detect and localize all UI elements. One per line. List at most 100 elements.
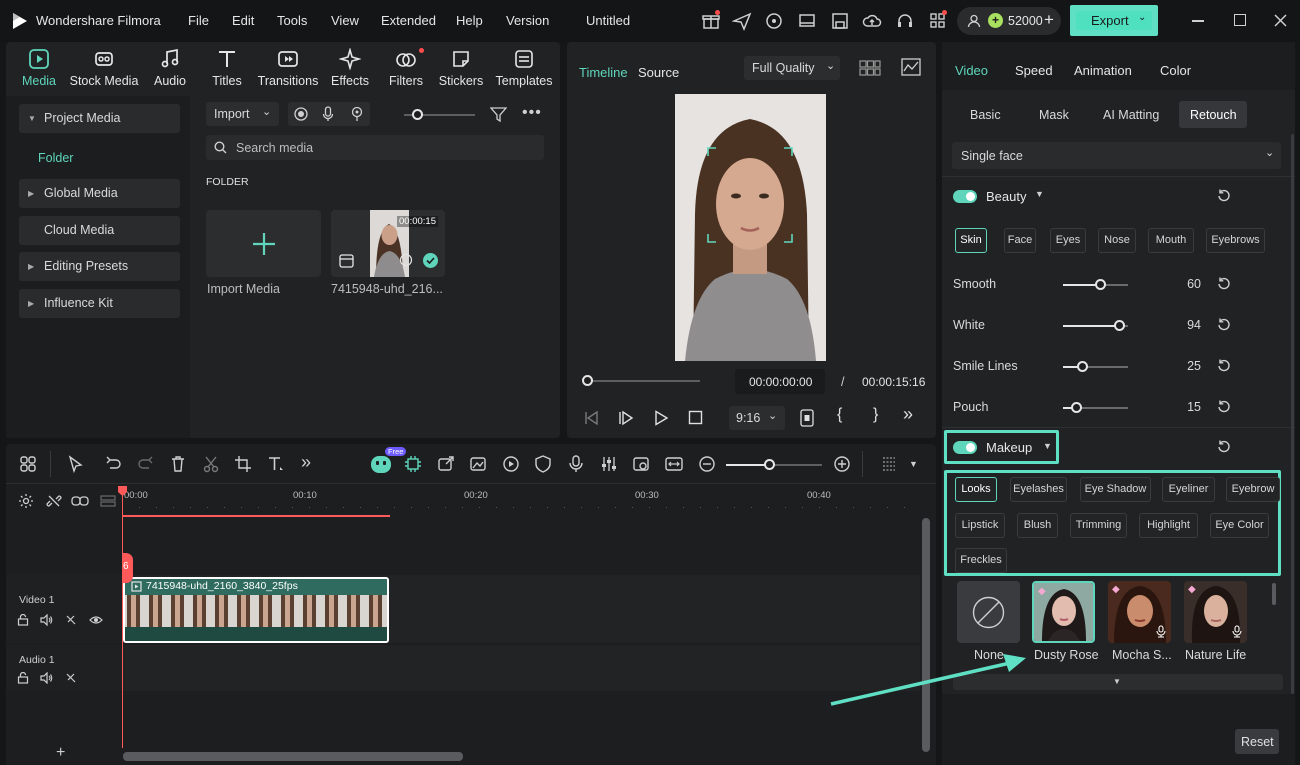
zoom-in-icon[interactable] [833, 455, 851, 473]
reset-button[interactable]: Reset [1235, 729, 1279, 754]
eye-visibility-icon[interactable] [89, 615, 103, 625]
makeup-chip-lipstick[interactable]: Lipstick [955, 513, 1005, 538]
makeup-chip-looks[interactable]: Looks [955, 477, 997, 502]
quality-dropdown[interactable]: Full Quality ⌄ [744, 56, 840, 80]
fit-width-icon[interactable] [665, 455, 683, 473]
smooth-reset-icon[interactable] [1217, 277, 1231, 291]
previous-frame-icon[interactable] [583, 410, 599, 426]
record-icon[interactable] [294, 107, 308, 121]
speed-icon[interactable] [502, 455, 520, 473]
mute-fx-icon[interactable] [65, 614, 77, 626]
screen-icon[interactable] [797, 11, 817, 31]
media-clip-thumbnail[interactable]: 00:00:15 [331, 210, 445, 277]
beauty-chip-eyes[interactable]: Eyes [1050, 228, 1086, 253]
subtab-basic[interactable]: Basic [970, 108, 1001, 122]
menu-help[interactable]: Help [456, 13, 483, 28]
zoom-out-icon[interactable] [698, 455, 716, 473]
video-preview-frame[interactable] [675, 94, 826, 361]
properties-scrollbar[interactable] [1291, 134, 1294, 694]
menu-edit[interactable]: Edit [232, 13, 254, 28]
layout-grid-icon[interactable] [19, 455, 37, 473]
undo-icon[interactable] [104, 455, 122, 473]
look-dusty-rose-tile[interactable]: ◆ [1032, 581, 1095, 643]
audio-volume-icon[interactable] [40, 672, 53, 684]
link-icon[interactable] [71, 493, 89, 509]
more-tools-icon[interactable]: » [301, 452, 311, 473]
lock-icon[interactable] [17, 614, 29, 626]
select-pointer-icon[interactable] [67, 455, 85, 473]
sidebar-item-editing-presets[interactable]: ▶ Editing Presets [19, 252, 180, 281]
look-mocha-tile[interactable]: ◆ [1108, 581, 1171, 643]
tab-stock-media[interactable]: Stock Media [69, 48, 139, 94]
makeup-chip-eyebrow[interactable]: Eyebrow [1226, 477, 1280, 502]
close-icon[interactable] [1274, 14, 1287, 27]
subtab-ai-matting[interactable]: AI Matting [1103, 108, 1159, 122]
beauty-chip-nose[interactable]: Nose [1098, 228, 1136, 253]
record-voice-icon[interactable] [567, 455, 585, 473]
add-credits-icon[interactable]: + [1044, 10, 1054, 30]
delete-icon[interactable] [169, 455, 187, 473]
tab-video[interactable]: Video [955, 63, 988, 78]
track-list-icon[interactable] [880, 455, 898, 473]
makeup-toggle[interactable] [953, 441, 977, 454]
makeup-chip-eye-color[interactable]: Eye Color [1210, 513, 1269, 538]
minimize-icon[interactable] [1192, 20, 1204, 22]
menu-version[interactable]: Version [506, 13, 549, 28]
makeup-chip-eye-shadow[interactable]: Eye Shadow [1080, 477, 1151, 502]
timeline-vertical-scrollbar[interactable] [922, 518, 930, 752]
search-media-field[interactable]: Search media [206, 135, 544, 160]
image-edit-icon[interactable] [469, 455, 487, 473]
playhead-line[interactable] [122, 486, 123, 748]
stop-icon[interactable] [688, 410, 703, 425]
tab-filters[interactable]: Filters [388, 48, 424, 94]
tab-audio[interactable]: Audio [149, 48, 191, 94]
timeline-horizontal-scrollbar[interactable] [123, 752, 463, 761]
grid-view-icon[interactable] [859, 59, 881, 77]
beauty-chip-face[interactable]: Face [1004, 228, 1036, 253]
export-clip-icon[interactable] [437, 455, 455, 473]
mark-in-icon[interactable]: { [837, 406, 842, 424]
menu-view[interactable]: View [331, 13, 359, 28]
import-media-tile[interactable] [206, 210, 321, 277]
mark-out-icon[interactable]: } [873, 406, 878, 424]
sidebar-item-influence-kit[interactable]: ▶ Influence Kit [19, 289, 180, 318]
tab-media[interactable]: Media [19, 48, 59, 94]
microphone-icon[interactable] [322, 106, 334, 122]
makeup-chip-eyeliner[interactable]: Eyeliner [1162, 477, 1215, 502]
beauty-dropdown-icon[interactable]: ▼ [1035, 189, 1044, 199]
community-icon[interactable] [764, 11, 784, 31]
smile-lines-reset-icon[interactable] [1217, 359, 1231, 373]
volume-icon[interactable] [40, 614, 53, 626]
play-icon[interactable] [653, 410, 669, 426]
tab-transitions[interactable]: Transitions [256, 48, 320, 94]
send-icon[interactable] [732, 11, 752, 31]
scene-detect-icon[interactable] [632, 455, 650, 473]
tab-titles[interactable]: Titles [206, 48, 248, 94]
tab-templates[interactable]: Templates [493, 48, 555, 94]
filter-funnel-icon[interactable] [490, 106, 507, 123]
subtab-mask[interactable]: Mask [1039, 108, 1069, 122]
smile-lines-slider-knob[interactable] [1076, 361, 1088, 372]
tab-speed[interactable]: Speed [1015, 63, 1053, 78]
makeup-reset-icon[interactable] [1217, 440, 1231, 454]
makeup-chip-blush[interactable]: Blush [1017, 513, 1058, 538]
audio-track-lane[interactable] [122, 645, 920, 691]
redo-icon[interactable] [137, 455, 155, 473]
menu-extended[interactable]: Extended [381, 13, 436, 28]
sidebar-item-folder[interactable]: Folder [38, 151, 73, 165]
makeup-chip-highlight[interactable]: Highlight [1139, 513, 1198, 538]
beauty-reset-icon[interactable] [1217, 189, 1231, 203]
tab-stickers[interactable]: Stickers [438, 48, 484, 94]
subtab-retouch[interactable]: Retouch [1179, 101, 1247, 128]
cloud-upload-icon[interactable] [862, 11, 882, 31]
playback-progress-track[interactable] [587, 380, 700, 382]
pouch-reset-icon[interactable] [1217, 400, 1231, 414]
menu-file[interactable]: File [188, 13, 209, 28]
makeup-chip-trimming[interactable]: Trimming [1070, 513, 1127, 538]
shield-mask-icon[interactable] [534, 455, 552, 473]
beauty-toggle[interactable] [953, 190, 977, 203]
account-credits[interactable]: + 52000 + [957, 7, 1061, 35]
split-scissors-icon[interactable] [202, 455, 220, 473]
playhead-handle[interactable]: 6 [122, 553, 133, 583]
snapshot-icon[interactable] [800, 409, 814, 427]
